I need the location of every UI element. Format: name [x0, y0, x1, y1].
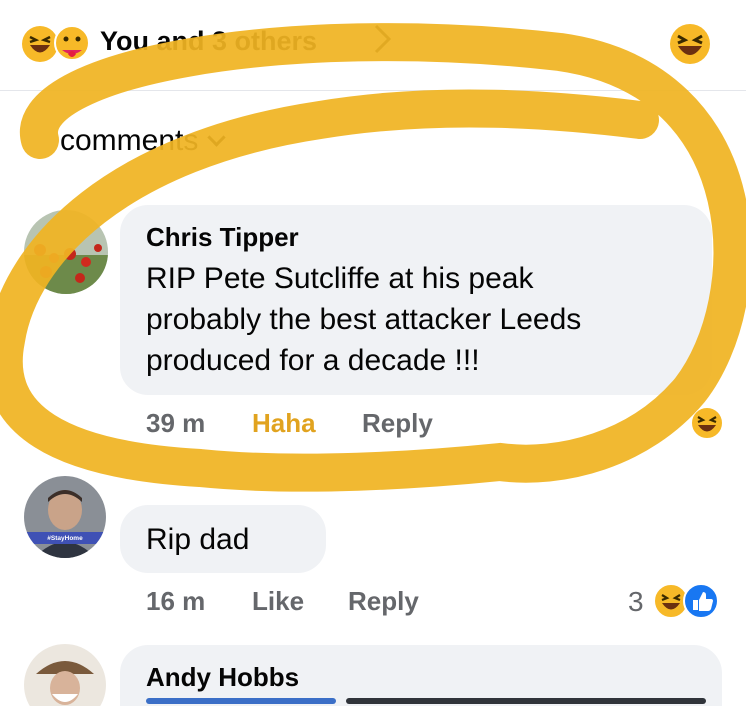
annotation-ring: [0, 23, 746, 492]
